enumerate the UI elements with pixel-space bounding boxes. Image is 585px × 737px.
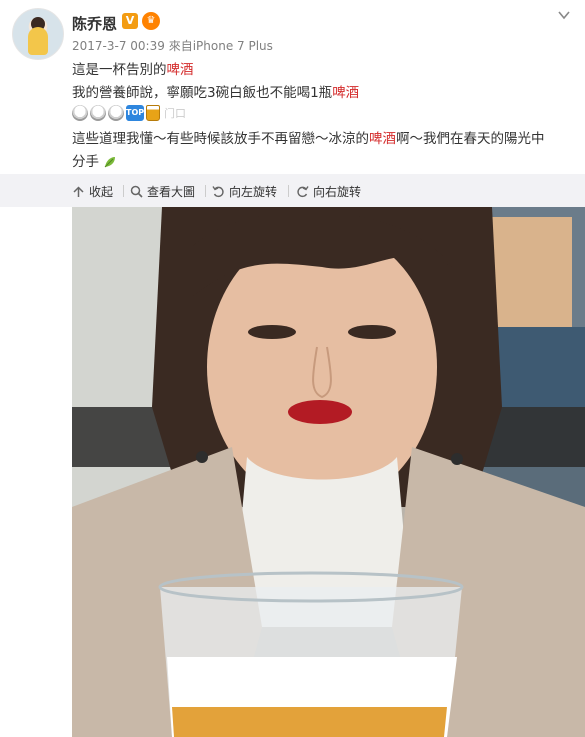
collapse-label: 收起: [89, 185, 114, 199]
post-line-2: 我的營養師說，寧願吃3碗白飯也不能喝1瓶啤酒: [72, 81, 359, 101]
weibo-post-card: 陈乔恩 V ♛ 2017-3-7 00:39 來自iPhone 7 Plus 這…: [0, 0, 585, 737]
leaf-icon: [104, 157, 116, 168]
post-time[interactable]: 2017-3-7 00:39: [72, 39, 165, 53]
line-text: 啊～我們在春天的陽光中: [396, 131, 545, 147]
collapse-button[interactable]: 收起: [72, 183, 113, 200]
topic-link-beer[interactable]: 啤酒: [369, 131, 396, 147]
zoom-icon: [130, 185, 143, 198]
line-text: 這是一杯告別的: [72, 62, 167, 78]
toolbar-divider: [205, 185, 206, 197]
line-text: 我的營養師說，寧願吃3碗白飯也不能喝1瓶: [72, 85, 333, 101]
emoji-row: TOP 门口: [72, 104, 186, 122]
rotate-right-label: 向右旋转: [313, 185, 362, 199]
author-avatar[interactable]: [12, 8, 64, 60]
rotate-right-icon: [297, 186, 309, 198]
post-meta: 2017-3-7 00:39 來自iPhone 7 Plus: [72, 37, 273, 54]
author-name[interactable]: 陈乔恩: [72, 13, 117, 34]
beer-icon: [146, 105, 160, 121]
rotate-left-label: 向左旋转: [229, 185, 278, 199]
toolbar-divider: [123, 185, 124, 197]
image-toolbar: 收起 查看大圖 向左旋转 向右旋转: [0, 174, 585, 207]
rotate-left-button[interactable]: 向左旋转: [212, 183, 277, 200]
post-line-1: 這是一杯告別的啤酒: [72, 58, 194, 78]
chevron-down-icon[interactable]: [557, 8, 571, 22]
bowl-icon: [90, 105, 106, 121]
toolbar-divider: [288, 185, 289, 197]
source-prefix: 來自: [168, 39, 193, 53]
collapse-icon: [73, 186, 84, 197]
view-large-button[interactable]: 查看大圖: [130, 183, 195, 200]
verified-icon: V: [122, 13, 138, 29]
avatar-figure: [28, 27, 48, 55]
topic-link-beer[interactable]: 啤酒: [167, 62, 194, 78]
topic-link-beer[interactable]: 啤酒: [332, 85, 359, 101]
emoji-suffix: 门口: [164, 107, 186, 120]
post-line-5: 分手: [72, 150, 117, 170]
photo-illustration: [72, 207, 585, 737]
member-icon[interactable]: ♛: [142, 12, 160, 30]
view-large-label: 查看大圖: [147, 185, 196, 199]
top-icon: TOP: [126, 105, 144, 121]
rotate-right-button[interactable]: 向右旋转: [296, 183, 361, 200]
post-source[interactable]: iPhone 7 Plus: [193, 39, 273, 53]
line-text: 這些道理我懂～有些時候該放手不再留戀～冰涼的: [72, 131, 369, 147]
bowl-icon: [72, 105, 88, 121]
post-photo[interactable]: [72, 207, 585, 737]
post-line-4: 這些道理我懂～有些時候該放手不再留戀～冰涼的啤酒啊～我們在春天的陽光中: [72, 127, 545, 147]
bowl-icon: [108, 105, 124, 121]
rotate-left-icon: [212, 186, 224, 198]
line-text: 分手: [72, 154, 99, 170]
